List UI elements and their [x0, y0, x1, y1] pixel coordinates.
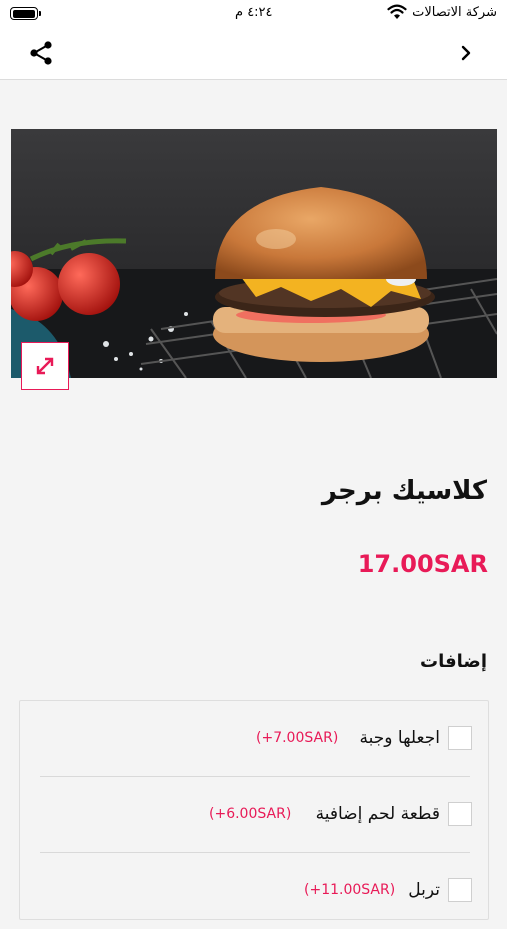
addon-price: (+11.00SAR) — [304, 882, 396, 898]
chevron-right-icon[interactable] — [457, 43, 475, 63]
addons-title: إضافات — [420, 651, 487, 672]
battery-icon — [10, 7, 41, 20]
addon-row[interactable]: اجعلها وجبة (+7.00SAR) — [40, 701, 472, 777]
addon-row[interactable]: قطعة لحم إضافية (+6.00SAR) — [40, 777, 472, 853]
product-title: كلاسيك برجر — [321, 476, 487, 506]
expand-image-button[interactable] — [21, 342, 69, 390]
addon-checkbox[interactable] — [448, 878, 472, 902]
addons-list: اجعلها وجبة (+7.00SAR) قطعة لحم إضافية (… — [19, 700, 489, 920]
addon-price: (+7.00SAR) — [256, 730, 339, 746]
status-bar: ٤:٢٤ م شركة الاتصالات — [0, 0, 507, 28]
addon-checkbox[interactable] — [448, 726, 472, 750]
addon-checkbox[interactable] — [448, 802, 472, 826]
addon-price: (+6.00SAR) — [209, 806, 292, 822]
status-time: ٤:٢٤ م — [235, 5, 273, 20]
addon-name: تربل — [408, 880, 440, 900]
addon-name: اجعلها وجبة — [359, 728, 440, 748]
wifi-icon — [387, 4, 407, 19]
product-image[interactable] — [11, 129, 497, 378]
navigation-bar — [0, 28, 507, 80]
addon-row[interactable]: تربل (+11.00SAR) — [40, 853, 472, 929]
share-icon[interactable] — [28, 40, 54, 66]
addon-name: قطعة لحم إضافية — [315, 804, 440, 824]
burger-photo — [11, 129, 497, 378]
product-price: 17.00SAR — [357, 550, 488, 578]
expand-icon — [36, 357, 54, 375]
carrier-name: شركة الاتصالات — [412, 5, 497, 20]
